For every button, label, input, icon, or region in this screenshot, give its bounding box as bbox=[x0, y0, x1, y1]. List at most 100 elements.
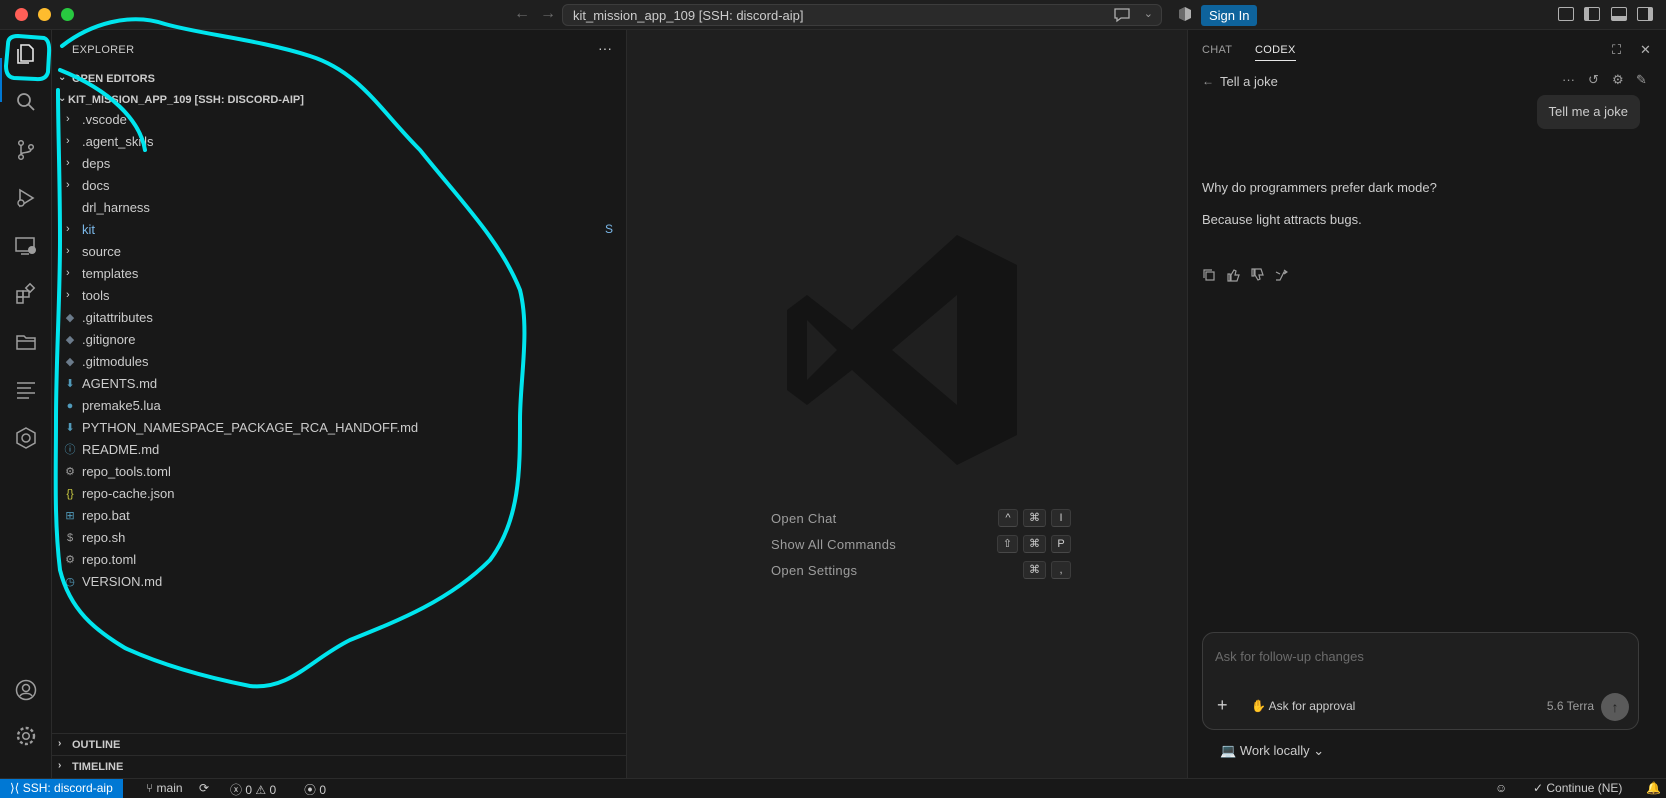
run-debug-icon[interactable] bbox=[14, 186, 38, 210]
tree-item[interactable]: ◆ .gitignore bbox=[52, 329, 627, 351]
settings-gear-icon[interactable] bbox=[14, 724, 38, 748]
history-icon[interactable]: ↺ bbox=[1588, 72, 1599, 88]
source-control-icon[interactable] bbox=[14, 138, 38, 162]
remote-explorer-icon[interactable] bbox=[14, 234, 38, 258]
branch-indicator[interactable]: ⑂ main bbox=[146, 781, 183, 795]
chevron-right-icon: › bbox=[66, 245, 70, 257]
toggle-panel-icon[interactable] bbox=[1611, 7, 1627, 21]
tree-item[interactable]: › source bbox=[52, 241, 627, 263]
command-center[interactable]: kit_mission_app_109 [SSH: discord-aip] ⌄ bbox=[562, 4, 1162, 26]
show-all-commands-hint[interactable]: Show All Commands ⇧ ⌘ P bbox=[771, 533, 1071, 559]
model-selector[interactable]: 5.6 Terra bbox=[1547, 699, 1594, 713]
tree-item[interactable]: $ repo.sh bbox=[52, 527, 627, 549]
chevron-right-icon: › bbox=[66, 157, 70, 169]
outline-list-icon[interactable] bbox=[14, 378, 38, 402]
toggle-secondary-sidebar-icon[interactable] bbox=[1637, 7, 1653, 21]
fork-icon[interactable] bbox=[1274, 268, 1288, 282]
tree-item[interactable]: › .vscode bbox=[52, 109, 627, 131]
tree-item[interactable]: ⓘ README.md bbox=[52, 439, 627, 461]
work-locally-dropdown[interactable]: 💻 Work locally ⌄ bbox=[1220, 743, 1324, 759]
tree-item[interactable]: ● premake5.lua bbox=[52, 395, 627, 417]
window-minimize-button[interactable] bbox=[38, 8, 51, 21]
shortcut-key: ⌘ bbox=[1023, 535, 1046, 553]
tree-item[interactable]: › deps bbox=[52, 153, 627, 175]
copy-icon[interactable] bbox=[1202, 268, 1216, 282]
back-arrow-icon[interactable]: ← bbox=[1202, 74, 1214, 88]
tab-chat[interactable]: CHAT bbox=[1202, 44, 1232, 56]
add-attachment-icon[interactable]: + bbox=[1217, 695, 1228, 716]
notifications-bell-icon[interactable]: 🔔 bbox=[1646, 781, 1661, 795]
explorer-icon[interactable] bbox=[14, 42, 38, 66]
window-maximize-button[interactable] bbox=[61, 8, 74, 21]
accounts-shield-icon[interactable] bbox=[1177, 6, 1193, 22]
more-actions-icon[interactable]: ··· bbox=[598, 40, 612, 56]
search-icon[interactable] bbox=[14, 90, 38, 114]
tree-item[interactable]: › docs bbox=[52, 175, 627, 197]
thumbs-down-icon[interactable] bbox=[1250, 268, 1264, 282]
forward-arrow-icon[interactable]: → bbox=[540, 5, 556, 23]
tree-item[interactable]: › kit S bbox=[52, 219, 627, 241]
more-actions-icon[interactable]: ··· bbox=[1562, 72, 1575, 87]
tree-item[interactable]: ⚙ repo.toml bbox=[52, 549, 627, 571]
hexagon-extension-icon[interactable] bbox=[14, 426, 38, 450]
assistant-reply-line: Because light attracts bugs. bbox=[1202, 212, 1362, 227]
account-icon[interactable] bbox=[14, 678, 38, 702]
remote-indicator[interactable]: ⟩⟨ SSH: discord-aip bbox=[0, 779, 123, 798]
chat-bubble-icon[interactable] bbox=[1113, 7, 1131, 23]
sync-icon[interactable]: ⟳ bbox=[199, 781, 209, 795]
continue-indicator[interactable]: ✓ Continue (NE) bbox=[1533, 781, 1622, 795]
timeline-section[interactable]: › TIMELINE bbox=[52, 755, 627, 777]
layout-customize-icon[interactable] bbox=[1558, 7, 1574, 21]
thread-title: Tell a joke bbox=[1220, 74, 1278, 89]
close-icon[interactable]: ✕ bbox=[1640, 42, 1651, 58]
chevron-down-icon[interactable]: ⌄ bbox=[1144, 7, 1153, 20]
remote-icon: ⟩⟨ bbox=[10, 781, 23, 795]
tree-item[interactable]: {} repo-cache.json bbox=[52, 483, 627, 505]
error-icon: ⓧ bbox=[230, 783, 246, 797]
scm-status-badge: S bbox=[604, 222, 613, 236]
toggle-primary-sidebar-icon[interactable] bbox=[1584, 7, 1600, 21]
ports-indicator[interactable]: ⦿ 0 bbox=[304, 781, 326, 798]
open-chat-hint[interactable]: Open Chat ^ ⌘ I bbox=[771, 507, 1071, 533]
tree-item[interactable]: › .agent_skills bbox=[52, 131, 627, 153]
shortcut-key: , bbox=[1051, 561, 1071, 579]
outline-section[interactable]: › OUTLINE bbox=[52, 733, 627, 755]
tab-codex[interactable]: CODEX bbox=[1255, 44, 1296, 61]
tree-item[interactable]: ◆ .gitattributes bbox=[52, 307, 627, 329]
maximize-icon[interactable]: ⛶ bbox=[1612, 42, 1621, 58]
windows-file-icon: ⊞ bbox=[65, 510, 75, 522]
tree-item[interactable]: ⬇ AGENTS.md bbox=[52, 373, 627, 395]
chat-input[interactable]: Ask for follow-up changes bbox=[1215, 649, 1364, 664]
sign-in-button[interactable]: Sign In bbox=[1201, 5, 1258, 26]
extensions-icon[interactable] bbox=[14, 282, 38, 306]
problems-indicator[interactable]: ⓧ 0 ⚠ 0 bbox=[230, 781, 276, 798]
git-file-icon: ◆ bbox=[65, 334, 75, 346]
open-settings-hint[interactable]: Open Settings ⌘ , bbox=[771, 559, 1071, 585]
branch-icon: ⑂ bbox=[146, 781, 157, 795]
thumbs-up-icon[interactable] bbox=[1226, 268, 1240, 282]
tree-item[interactable]: ⊞ repo.bat bbox=[52, 505, 627, 527]
workspace-section[interactable]: ⌄ KIT_MISSION_APP_109 [SSH: DISCORD-AIP] bbox=[52, 89, 627, 111]
git-file-icon: ◆ bbox=[65, 312, 75, 324]
tree-item[interactable]: ⬇ PYTHON_NAMESPACE_PACKAGE_RCA_HANDOFF.md bbox=[52, 417, 627, 439]
open-editors-section[interactable]: ⌄ OPEN EDITORS bbox=[52, 68, 627, 90]
copilot-status-icon[interactable]: ☺ bbox=[1495, 781, 1507, 795]
tree-item[interactable]: ◷ VERSION.md bbox=[52, 571, 627, 593]
tree-item[interactable]: › tools bbox=[52, 285, 627, 307]
new-chat-icon[interactable]: ✎ bbox=[1636, 72, 1647, 88]
send-button[interactable]: ↑ bbox=[1601, 693, 1629, 721]
shortcut-key: ⌘ bbox=[1023, 509, 1046, 527]
active-indicator bbox=[0, 58, 2, 102]
back-arrow-icon[interactable]: ← bbox=[514, 5, 530, 23]
tree-item[interactable]: drl_harness bbox=[52, 197, 627, 219]
tree-item[interactable]: ⚙ repo_tools.toml bbox=[52, 461, 627, 483]
tree-item[interactable]: ◆ .gitmodules bbox=[52, 351, 627, 373]
folder-icon[interactable] bbox=[14, 330, 38, 354]
window-close-button[interactable] bbox=[15, 8, 28, 21]
gear-icon[interactable]: ⚙ bbox=[1612, 72, 1624, 88]
approval-mode-button[interactable]: ✋ Ask for approval bbox=[1251, 699, 1355, 713]
laptop-icon: 💻 bbox=[1220, 743, 1240, 758]
tree-item[interactable]: › templates bbox=[52, 263, 627, 285]
chat-composer[interactable]: Ask for follow-up changes + ✋ Ask for ap… bbox=[1202, 632, 1639, 730]
vscode-logo-watermark-icon bbox=[787, 235, 1017, 465]
